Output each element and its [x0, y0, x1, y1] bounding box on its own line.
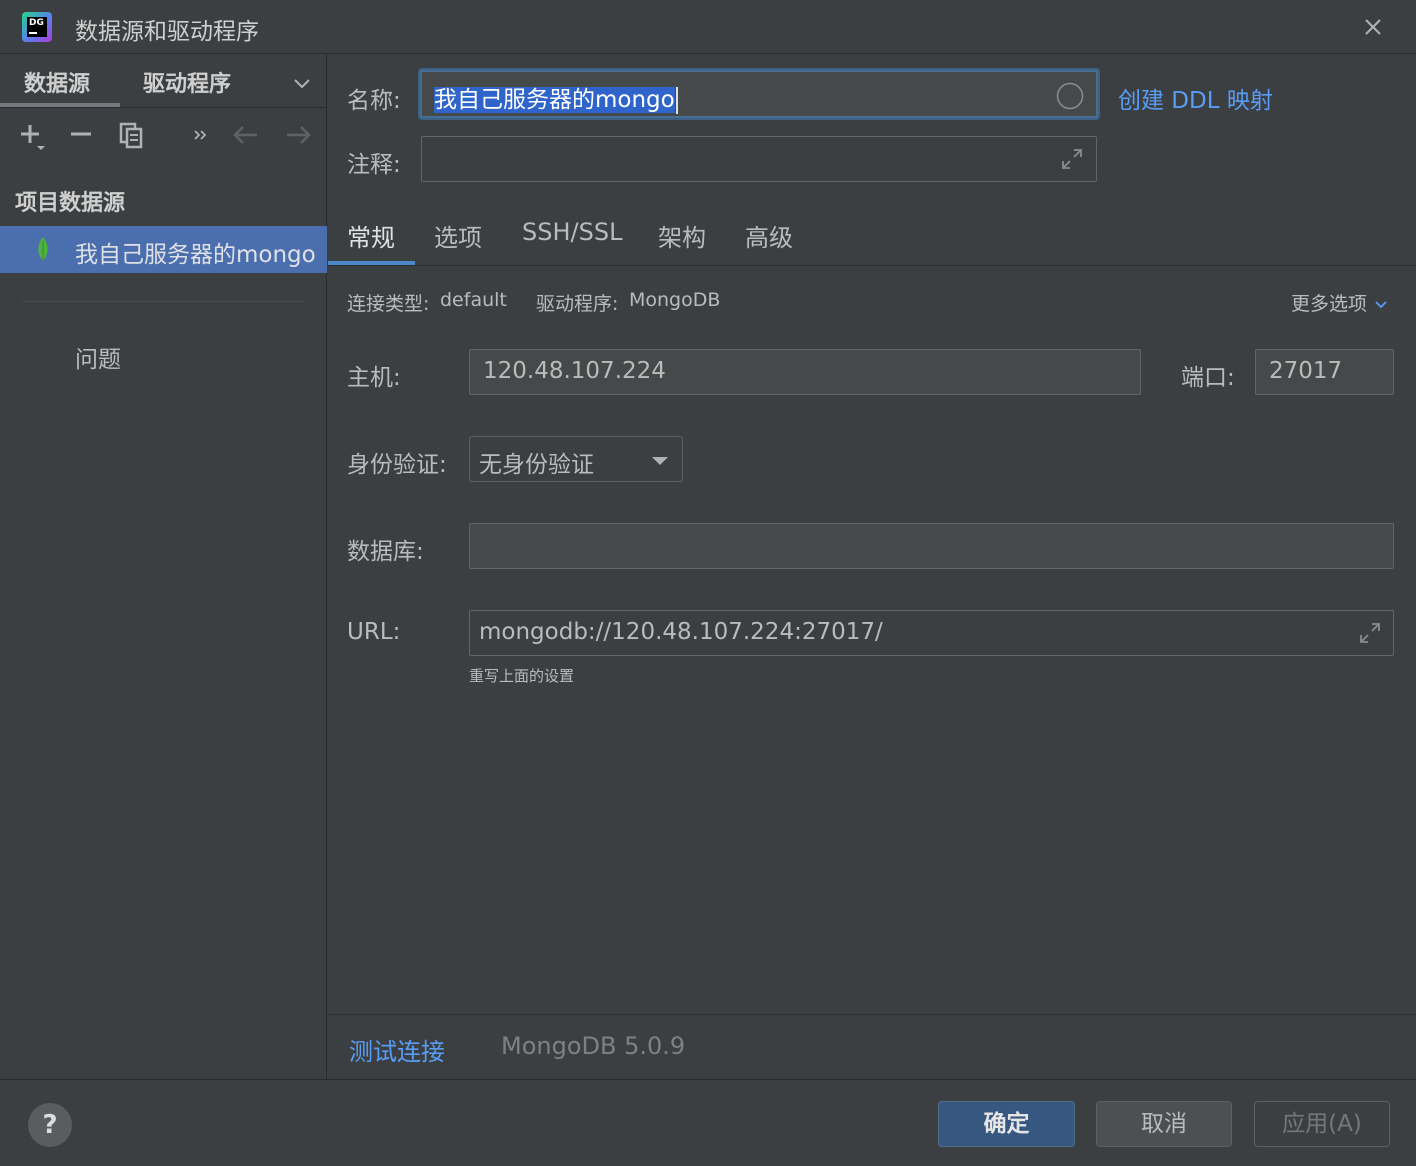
host-value: 120.48.107.224: [483, 358, 666, 384]
dropdown-arrow-icon: [652, 457, 668, 465]
auth-label: 身份验证:: [347, 452, 447, 478]
comment-field[interactable]: [421, 136, 1097, 182]
create-ddl-mapping-link[interactable]: 创建 DDL 映射: [1118, 81, 1273, 115]
tab-schemas[interactable]: 架构: [658, 218, 706, 253]
title-bar: DG 数据源和驱动程序: [0, 0, 1416, 54]
database-input[interactable]: [469, 523, 1394, 569]
tabs-divider: [0, 107, 327, 108]
driver-link[interactable]: MongoDB: [629, 289, 720, 311]
port-value: 27017: [1269, 358, 1343, 384]
port-label: 端口:: [1181, 365, 1235, 391]
tab-data-sources[interactable]: 数据源: [24, 66, 90, 98]
dialog-footer: ? 确定 取消 应用(A): [0, 1079, 1416, 1166]
list-divider: [22, 301, 305, 302]
remove-icon[interactable]: [66, 120, 96, 150]
tabs-divider: [328, 265, 1416, 266]
database-label: 数据库:: [347, 539, 424, 565]
tab-drivers[interactable]: 驱动程序: [143, 66, 231, 98]
text-caret: [675, 87, 678, 114]
add-icon[interactable]: [17, 120, 47, 150]
name-input[interactable]: 我自己服务器的mongo: [420, 70, 1098, 118]
help-button[interactable]: ?: [28, 1103, 72, 1147]
url-input[interactable]: mongodb://120.48.107.224:27017/: [469, 610, 1394, 656]
forward-arrow-icon[interactable]: [283, 120, 313, 150]
data-source-label: 我自己服务器的mongo: [75, 242, 316, 268]
tab-ssh-ssl[interactable]: SSH/SSL: [522, 218, 622, 246]
expand-icon[interactable]: [1060, 147, 1084, 171]
ok-button[interactable]: 确定: [938, 1101, 1075, 1147]
test-connection-link[interactable]: 测试连接: [349, 1032, 445, 1067]
host-input[interactable]: 120.48.107.224: [469, 349, 1141, 395]
datagrip-logo-icon: DG: [22, 12, 52, 42]
data-source-item-mongo[interactable]: 我自己服务器的mongo: [0, 226, 327, 273]
problems-item[interactable]: 问题: [75, 340, 121, 374]
project-data-sources-header: 项目数据源: [15, 191, 126, 216]
connection-type-label: 连接类型:: [347, 293, 430, 315]
driver-version-text: MongoDB 5.0.9: [501, 1032, 686, 1060]
status-divider: [328, 1014, 1416, 1015]
more-options-label: 更多选项: [1291, 293, 1368, 315]
left-panel: 数据源 驱动程序 项目数据源 我自己服务器的mongo 问题: [0, 54, 327, 1079]
name-value: 我自己服务器的mongo: [434, 87, 675, 113]
tab-general[interactable]: 常规: [347, 218, 395, 253]
color-picker-icon[interactable]: [1056, 82, 1084, 110]
apply-button[interactable]: 应用(A): [1254, 1101, 1390, 1147]
tab-options[interactable]: 选项: [434, 218, 482, 253]
auth-value: 无身份验证: [479, 452, 594, 478]
chevron-down-icon: [1375, 300, 1387, 308]
url-value: mongodb://120.48.107.224:27017/: [479, 619, 883, 645]
more-options-link[interactable]: 更多选项: [1291, 289, 1389, 316]
chevron-down-icon[interactable]: [290, 72, 314, 96]
close-icon[interactable]: [1356, 10, 1390, 44]
port-input[interactable]: 27017: [1255, 349, 1394, 395]
driver-label: 驱动程序:: [536, 293, 619, 315]
url-label: URL:: [347, 619, 401, 645]
more-actions-icon[interactable]: [186, 120, 216, 150]
name-label: 名称:: [347, 88, 401, 114]
comment-label: 注释:: [347, 152, 401, 178]
auth-dropdown[interactable]: 无身份验证: [469, 436, 683, 482]
tab-advanced[interactable]: 高级: [745, 218, 793, 253]
url-override-hint: 重写上面的设置: [469, 667, 575, 685]
cancel-button[interactable]: 取消: [1096, 1101, 1232, 1147]
window-title: 数据源和驱动程序: [75, 19, 259, 45]
back-arrow-icon[interactable]: [231, 120, 261, 150]
expand-icon[interactable]: [1358, 621, 1382, 645]
duplicate-icon[interactable]: [117, 120, 147, 150]
host-label: 主机:: [347, 365, 401, 391]
mongodb-leaf-icon: [38, 237, 48, 263]
connection-type-link[interactable]: default: [440, 289, 507, 311]
